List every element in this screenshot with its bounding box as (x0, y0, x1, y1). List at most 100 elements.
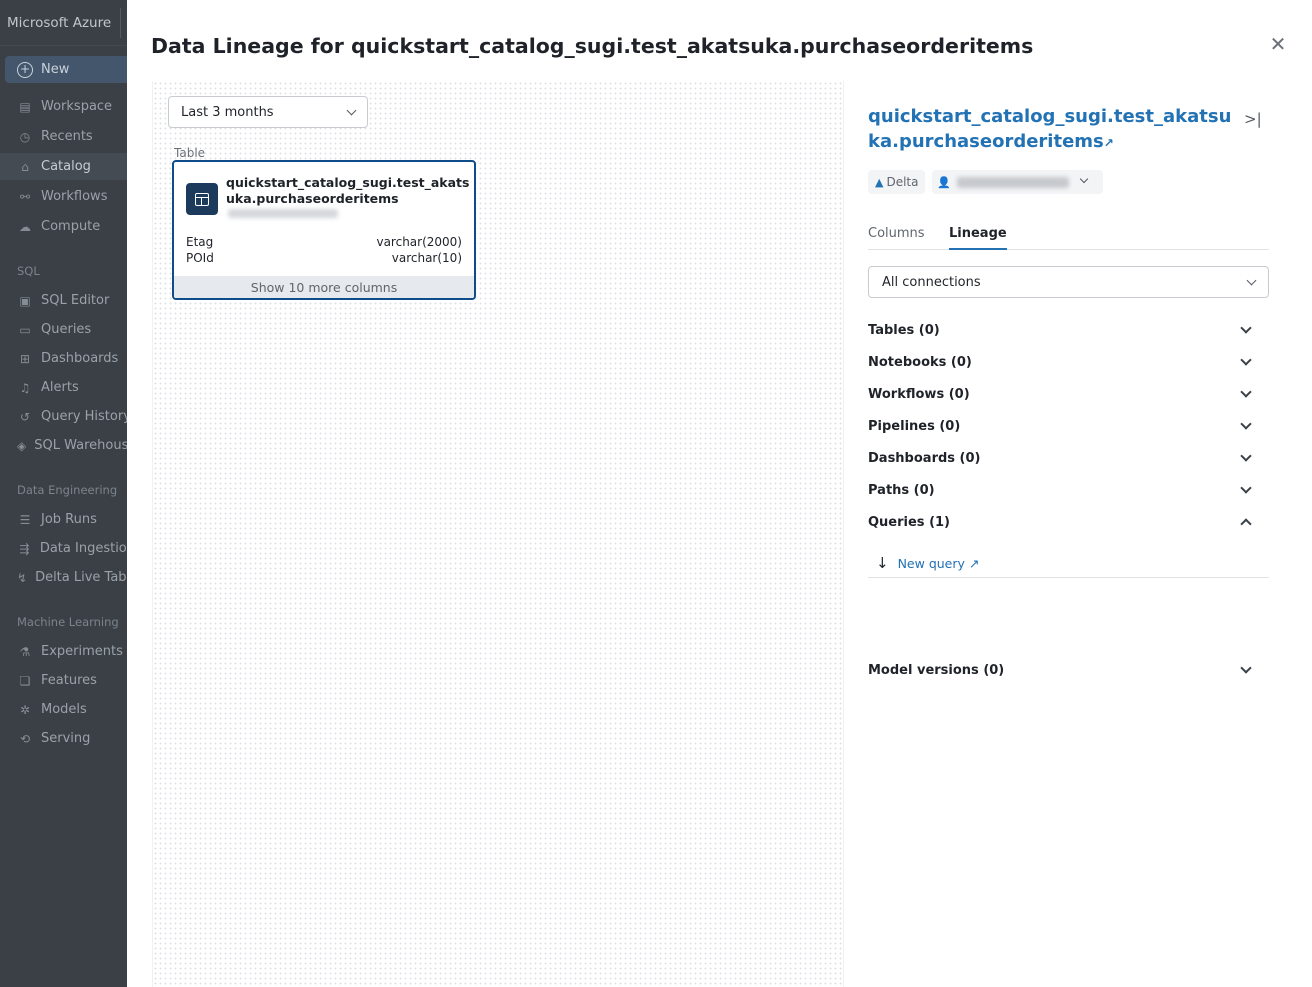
delta-format-badge: ▲ Delta (868, 170, 926, 194)
new-button-label: New (41, 62, 70, 77)
sidebar-item-label: Compute (41, 219, 101, 234)
user-icon: 👤 (937, 175, 951, 189)
chevron-down-icon (1240, 661, 1252, 674)
delta-icon: ▲ (875, 175, 884, 189)
section-dashboards[interactable]: Dashboards (0) (868, 447, 1253, 469)
queries-icon: ▭ (19, 322, 31, 337)
section-pipelines[interactable]: Pipelines (0) (868, 415, 1253, 437)
cloud-icon: ☁ (19, 219, 31, 234)
sidebar-item-dashboards[interactable]: ⊞ Dashboards (0, 345, 127, 372)
panel-title-text: quickstart_catalog_sugi.test_akatsuka.pu… (868, 106, 1232, 152)
sidebar-item-compute[interactable]: ☁ Compute (0, 213, 127, 240)
workspace-icon: ▤ (19, 99, 31, 114)
dashboards-icon: ⊞ (19, 351, 31, 366)
sidebar-item-label: Query History (41, 409, 127, 424)
sidebar-item-catalog[interactable]: ⌂ Catalog (0, 153, 127, 180)
sidebar-item-label: Workspace (41, 99, 113, 114)
query-link-label: New query (897, 555, 965, 571)
sidebar-item-serving[interactable]: ⟲ Serving (0, 725, 127, 752)
sidebar-item-queries[interactable]: ▭ Queries (0, 316, 127, 343)
section-notebooks[interactable]: Notebooks (0) (868, 351, 1253, 373)
sidebar-section-machine-learning: Machine Learning (17, 615, 119, 629)
redacted-owner (956, 176, 1069, 188)
panel-tabs: Columns Lineage (868, 226, 1269, 250)
sidebar-item-features[interactable]: ❏ Features (0, 667, 127, 694)
section-label: Dashboards (0) (868, 450, 981, 466)
chevron-down-icon (1240, 449, 1252, 462)
sidebar-item-sql-warehouses[interactable]: ◈ SQL Warehouses (0, 432, 127, 459)
external-link-icon: ↗ (1103, 136, 1114, 150)
catalog-icon: ⌂ (21, 159, 29, 174)
chevron-down-icon (1240, 385, 1252, 398)
plus-icon: + (17, 61, 33, 78)
owner-select[interactable]: 👤 (932, 170, 1103, 194)
clock-icon: ◷ (19, 129, 31, 144)
sidebar-item-label: Catalog (41, 159, 91, 174)
redacted-text (228, 209, 338, 218)
query-list-item: ↓ New query ↗ (868, 549, 1269, 578)
history-icon: ↺ (19, 409, 31, 424)
sidebar-item-label: Alerts (41, 380, 79, 395)
section-label: Model versions (0) (868, 662, 1005, 678)
editor-icon: ▣ (19, 293, 31, 308)
table-node[interactable]: quickstart_catalog_sugi.test_akatsuka.pu… (172, 160, 476, 300)
sidebar-item-job-runs[interactable]: ☰ Job Runs (0, 506, 127, 533)
sidebar-item-label: Recents (41, 129, 93, 144)
sidebar-item-models[interactable]: ✲ Models (0, 696, 127, 723)
sidebar-item-delta-live-tables[interactable]: ↯ Delta Live Tables (0, 564, 127, 591)
sidebar-item-recents[interactable]: ◷ Recents (0, 123, 127, 150)
collapse-panel-icon[interactable]: >| (1244, 110, 1262, 128)
chevron-down-icon (346, 105, 357, 115)
sidebar-item-label: Delta Live Tables (35, 570, 127, 585)
lineage-graph-canvas[interactable]: Last 3 months Table quickstart_catalog_s… (152, 81, 844, 987)
sidebar-section-sql: SQL (17, 264, 40, 278)
chevron-down-icon (1079, 174, 1089, 184)
connections-select-value: All connections (882, 274, 981, 290)
show-more-columns-button[interactable]: Show 10 more columns (174, 276, 474, 298)
lineage-modal: Data Lineage for quickstart_catalog_sugi… (127, 0, 1312, 987)
section-model-versions[interactable]: Model versions (0) (868, 659, 1253, 681)
connections-select[interactable]: All connections (868, 266, 1269, 298)
table-icon (186, 183, 218, 215)
sidebar-item-label: Features (41, 673, 97, 688)
sidebar-item-sql-editor[interactable]: ▣ SQL Editor (0, 287, 127, 314)
column-name: POId (186, 251, 214, 265)
date-range-value: Last 3 months (181, 104, 274, 120)
section-queries[interactable]: Queries (1) (868, 511, 1253, 533)
sidebar-item-workflows[interactable]: ⚯ Workflows (0, 183, 127, 210)
sidebar-item-label: Workflows (41, 189, 108, 204)
sidebar-item-label: SQL Editor (41, 293, 110, 308)
section-label: Paths (0) (868, 482, 935, 498)
sidebar-item-workspace[interactable]: ▤ Workspace (0, 93, 127, 120)
sidebar-item-label: Data Ingestion (39, 541, 127, 556)
serving-icon: ⟲ (19, 731, 31, 746)
new-query-link[interactable]: New query ↗ (898, 556, 980, 571)
chevron-up-icon (1240, 518, 1252, 530)
panel-title-link[interactable]: quickstart_catalog_sugi.test_akatsuka.pu… (868, 104, 1233, 156)
sidebar-item-label: Dashboards (41, 351, 119, 366)
section-label: Tables (0) (868, 322, 940, 338)
column-row: POId varchar(10) (186, 251, 462, 265)
tab-columns[interactable]: Columns (868, 226, 925, 241)
arrow-down-icon: ↓ (876, 554, 889, 572)
sidebar-item-data-ingestion[interactable]: ⇶ Data Ingestion (0, 535, 127, 562)
section-label: Pipelines (0) (868, 418, 961, 434)
sidebar-item-label: Job Runs (41, 512, 97, 527)
sidebar-item-query-history[interactable]: ↺ Query History (0, 403, 127, 430)
date-range-select[interactable]: Last 3 months (168, 96, 368, 128)
sidebar-item-label: SQL Warehouses (34, 438, 127, 453)
format-badge-label: Delta (886, 175, 919, 189)
new-button[interactable]: + New (5, 56, 127, 83)
bell-icon: ♫ (19, 380, 31, 395)
sidebar-item-experiments[interactable]: ⚗ Experiments (0, 638, 127, 665)
models-icon: ✲ (19, 702, 31, 717)
close-icon[interactable]: ✕ (1268, 34, 1288, 54)
section-paths[interactable]: Paths (0) (868, 479, 1253, 501)
chevron-down-icon (1240, 417, 1252, 430)
section-tables[interactable]: Tables (0) (868, 319, 1253, 341)
ingestion-icon: ⇶ (19, 541, 30, 556)
section-workflows[interactable]: Workflows (0) (868, 383, 1253, 405)
sidebar-item-label: Models (41, 702, 87, 717)
tab-lineage[interactable]: Lineage (949, 226, 1007, 250)
sidebar-item-alerts[interactable]: ♫ Alerts (0, 374, 127, 401)
